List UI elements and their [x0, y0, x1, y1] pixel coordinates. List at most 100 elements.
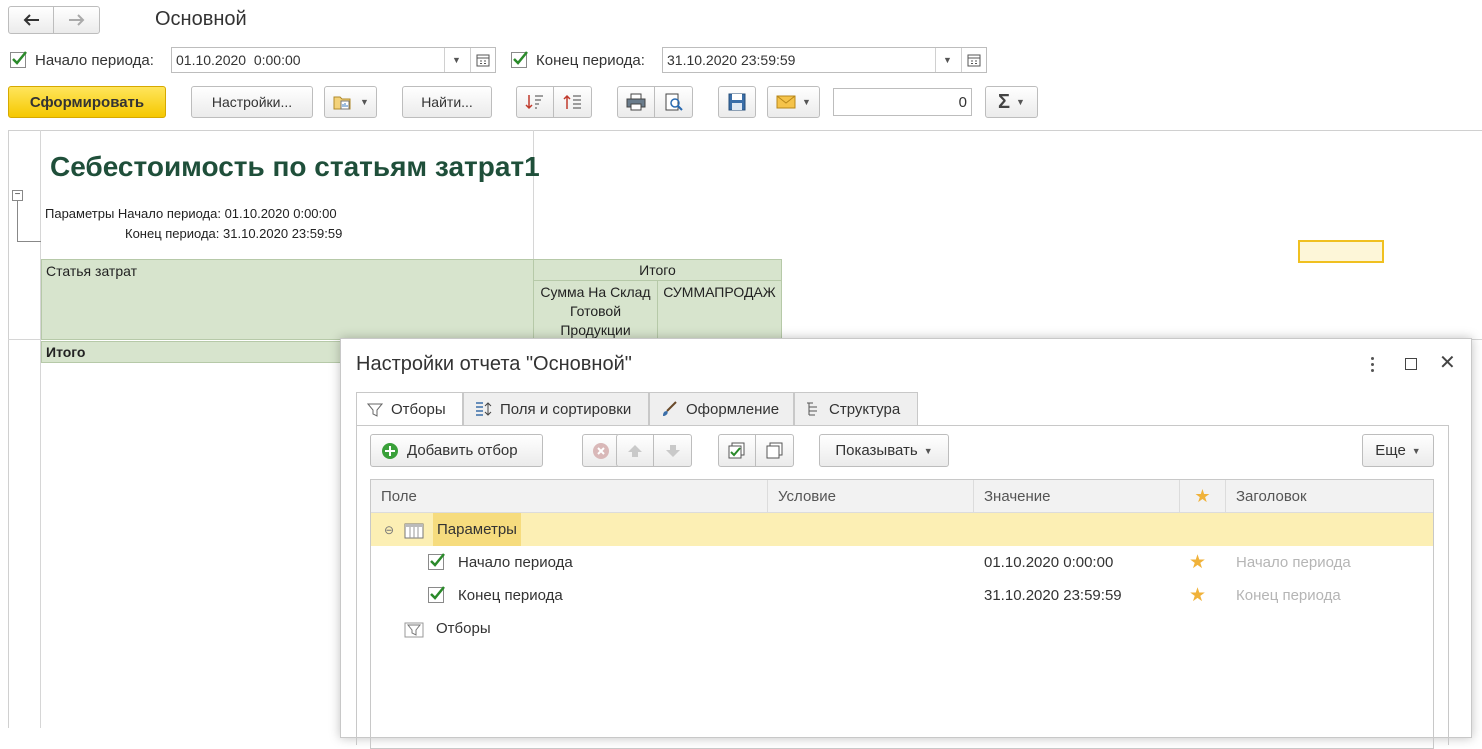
start-period-field[interactable]: 01.10.2020 0:00:00 ▼	[171, 47, 496, 73]
uncheck-all-icon	[766, 442, 782, 458]
star-icon[interactable]: ★	[1189, 579, 1206, 612]
variant-button[interactable]: ▼	[324, 86, 377, 118]
sort-asc-icon	[562, 94, 581, 109]
col-value-header[interactable]: Значение	[974, 480, 1180, 513]
check-icon	[430, 586, 445, 600]
report-params-line2: Конец периода: 31.10.2020 23:59:59	[125, 226, 343, 241]
tab-structure[interactable]: Структура	[794, 392, 918, 425]
col-star-header[interactable]: ★	[1180, 480, 1226, 513]
arrow-right-icon	[68, 14, 84, 26]
collapse-icon[interactable]: ⊖	[384, 513, 394, 546]
brush-icon	[663, 401, 677, 416]
delete-filter-button[interactable]	[582, 434, 620, 467]
sum-field[interactable]: 0	[833, 88, 972, 116]
chevron-down-icon: ▼	[802, 97, 811, 107]
check-all-button[interactable]	[719, 435, 757, 466]
find-button[interactable]: Найти...	[402, 86, 492, 118]
grid-row-value[interactable]: 01.10.2020 0:00:00	[984, 546, 1113, 579]
tab-filters[interactable]: Отборы	[356, 392, 463, 426]
grid-row-field: Конец периода	[458, 587, 563, 604]
arrow-left-icon	[23, 14, 39, 26]
report-gutter-line	[40, 130, 41, 728]
start-calendar-button[interactable]	[470, 48, 494, 72]
chevron-down-icon: ▼	[1411, 445, 1421, 456]
grid-row-end-period[interactable]: Конец периода 31.10.2020 23:59:59 ★ Коне…	[371, 579, 1433, 612]
sort-desc-button[interactable]	[517, 87, 555, 117]
add-filter-button[interactable]: Добавить отбор	[370, 434, 543, 467]
sort-buttons	[516, 86, 592, 118]
chevron-down-icon: ▼	[360, 97, 369, 107]
col-title-header[interactable]: Заголовок	[1226, 480, 1433, 513]
filters-grid: Поле Условие Значение ★ Заголовок ⊖ Пара…	[370, 479, 1434, 749]
back-button[interactable]	[9, 7, 55, 33]
start-period-checkbox[interactable]	[10, 51, 27, 68]
total-row-cell: Итого	[41, 341, 341, 363]
report-settings-dialog: Настройки отчета "Основной" ✕ Отборы Пол…	[340, 338, 1472, 749]
group-bracket-bottom	[17, 241, 41, 242]
selected-cell[interactable]	[1298, 240, 1384, 263]
printer-icon	[626, 93, 646, 111]
send-email-button[interactable]: ▼	[767, 86, 820, 118]
tab-fields-sort[interactable]: Поля и сортировки	[463, 392, 649, 425]
sigma-icon: Σ	[998, 90, 1011, 113]
sort-asc-button[interactable]	[554, 87, 591, 117]
end-period-dropdown[interactable]: ▼	[935, 48, 959, 72]
sum-mode-button[interactable]: Σ ▼	[985, 86, 1038, 118]
generate-button[interactable]: Сформировать	[8, 86, 166, 118]
settings-button[interactable]: Настройки...	[191, 86, 313, 118]
more-label: Еще	[1375, 442, 1406, 459]
end-period-field[interactable]: 31.10.2020 23:59:59 ▼	[662, 47, 987, 73]
end-period-value: 31.10.2020 23:59:59	[667, 52, 796, 68]
print-button[interactable]	[618, 87, 656, 117]
start-period-dropdown[interactable]: ▼	[444, 48, 468, 72]
add-filter-label: Добавить отбор	[407, 442, 518, 459]
grid-row-title[interactable]: Начало периода	[1236, 546, 1351, 579]
chevron-down-icon: ▼	[1016, 97, 1025, 107]
check-icon	[430, 553, 445, 567]
total-row-label: Итого	[46, 344, 86, 360]
header-cell-sum-sales: СУММАПРОДАЖ	[657, 280, 782, 340]
row-checkbox[interactable]	[428, 586, 445, 603]
end-period-checkbox[interactable]	[511, 51, 528, 68]
add-icon	[382, 442, 398, 459]
filter-icon	[367, 403, 383, 417]
uncheck-all-button[interactable]	[756, 435, 793, 466]
show-button[interactable]: Показывать ▼	[819, 434, 949, 467]
col-field-header[interactable]: Поле	[371, 480, 768, 513]
end-calendar-button[interactable]	[961, 48, 985, 72]
forward-button[interactable]	[54, 7, 99, 33]
header-cell-total: Итого	[533, 259, 782, 281]
report-variant-icon	[333, 96, 351, 110]
star-icon[interactable]: ★	[1189, 546, 1206, 579]
report-title: Себестоимость по статьям затрат1	[50, 151, 540, 182]
grid-row-value[interactable]: 31.10.2020 23:59:59	[984, 579, 1122, 612]
parameters-folder-icon	[404, 513, 424, 546]
collapse-group-icon[interactable]: −	[12, 190, 23, 201]
move-up-button[interactable]	[617, 435, 655, 466]
grid-row-start-period[interactable]: Начало периода 01.10.2020 0:00:00 ★ Нача…	[371, 546, 1433, 579]
sort-desc-icon	[525, 95, 543, 110]
grid-row-filters[interactable]: Отборы	[371, 612, 1433, 645]
more-button[interactable]: Еще ▼	[1362, 434, 1434, 467]
header-cell-article: Статья затрат	[41, 259, 534, 340]
tab-filters-label: Отборы	[391, 401, 446, 418]
arrow-up-icon	[628, 444, 642, 457]
more-menu-icon[interactable]	[1364, 353, 1380, 375]
grid-row-parameters[interactable]: ⊖ Параметры	[371, 513, 1433, 546]
save-button[interactable]	[718, 86, 756, 118]
close-icon[interactable]: ✕	[1439, 353, 1456, 373]
calendar-icon	[967, 54, 980, 67]
check-icon	[12, 51, 27, 65]
print-preview-icon	[665, 93, 683, 111]
move-down-button[interactable]	[654, 435, 691, 466]
row-checkbox[interactable]	[428, 553, 445, 570]
star-icon: ★	[1194, 486, 1211, 506]
tab-appearance[interactable]: Оформление	[649, 392, 794, 425]
col-condition-header[interactable]: Условие	[768, 480, 974, 513]
tab-appearance-label: Оформление	[686, 400, 780, 418]
chevron-down-icon: ▼	[923, 445, 933, 456]
tab-panel: Добавить отбор Показывать ▼ Еще ▼ Поле У…	[356, 425, 1449, 749]
maximize-icon[interactable]	[1405, 358, 1417, 370]
grid-row-title[interactable]: Конец периода	[1236, 579, 1341, 612]
preview-button[interactable]	[655, 87, 692, 117]
